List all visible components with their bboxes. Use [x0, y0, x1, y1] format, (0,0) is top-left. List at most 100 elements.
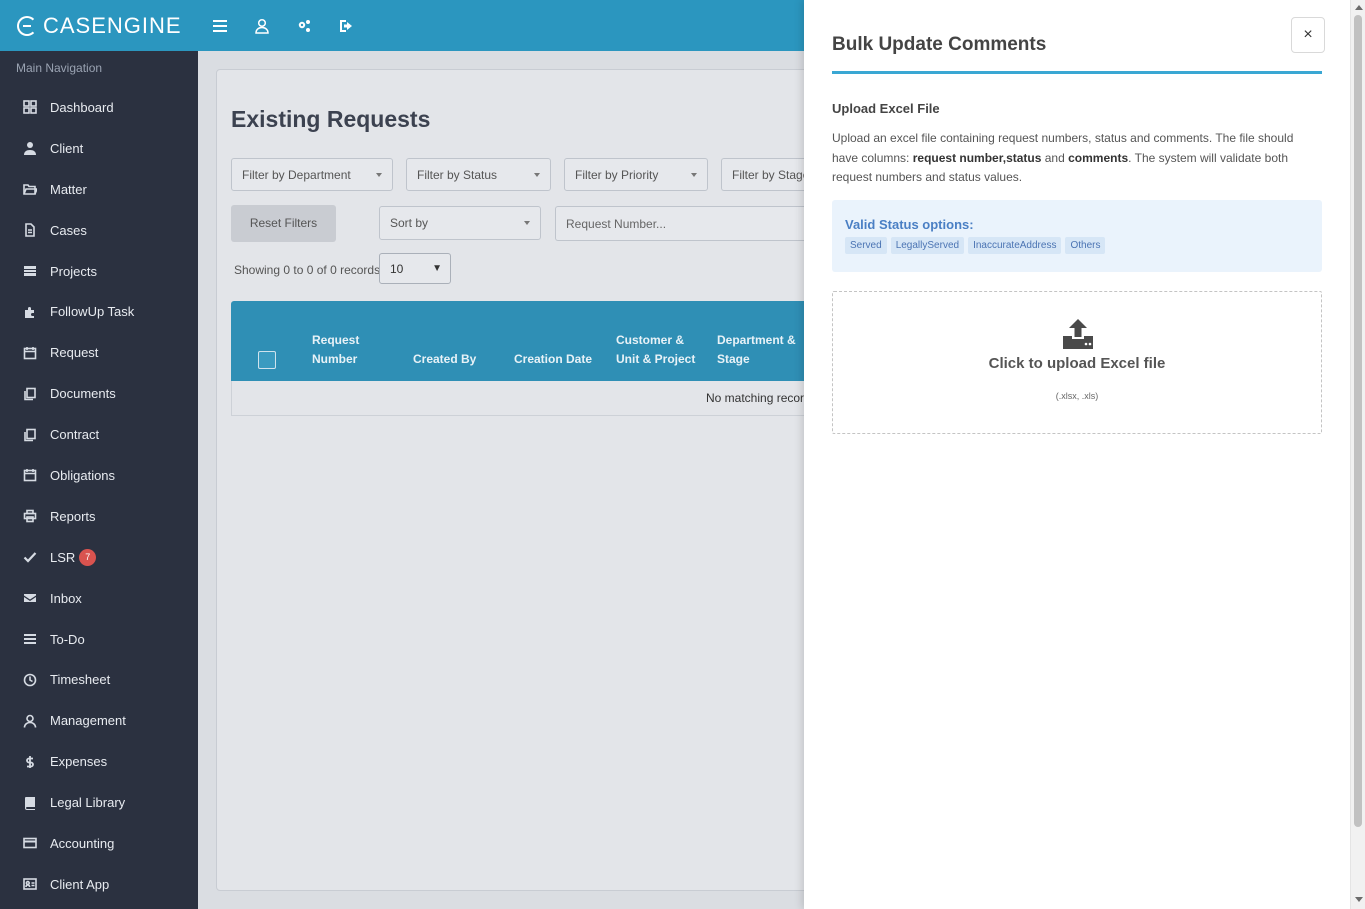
calendar-icon [22, 345, 38, 361]
upload-label: Click to upload Excel file [988, 355, 1166, 372]
book-icon [22, 795, 38, 811]
nav-list: Dashboard Client Matter Cases Projects Follow… [0, 87, 198, 905]
sidebar-item-label: Documents [50, 386, 116, 402]
title-divider [832, 71, 1322, 74]
dollar-icon [22, 754, 38, 770]
caret-down-icon [376, 173, 382, 177]
valid-status-box: Valid Status options: Served LegallyServe… [832, 200, 1322, 272]
sidebar-item-legal-library[interactable]: Legal Library [0, 782, 198, 823]
filter-status[interactable]: Filter by Status [406, 158, 551, 191]
bulk-update-drawer: Bulk Update Comments × Upload Excel File… [804, 0, 1350, 909]
projects-icon [22, 263, 38, 279]
filter-department-label: Filter by Department [242, 168, 351, 182]
sidebar-item-obligations[interactable]: Obligations [0, 455, 198, 496]
user-icon[interactable] [252, 16, 272, 36]
sidebar-item-client-app[interactable]: Client App [0, 864, 198, 905]
sidebar-item-to-do[interactable]: To-Do [0, 619, 198, 660]
vertical-scrollbar[interactable] [1350, 0, 1365, 909]
clock-icon [22, 672, 38, 688]
sidebar-item-documents[interactable]: Documents [0, 373, 198, 414]
user-icon [22, 140, 38, 156]
sidebar-item-label: Legal Library [50, 795, 126, 811]
close-button[interactable]: × [1291, 17, 1325, 53]
desc-bold: request number,status [912, 150, 1042, 165]
sort-select[interactable]: Sort by [379, 206, 541, 240]
sidebar-item-projects[interactable]: Projects [0, 251, 198, 292]
sidebar-item-management[interactable]: Management [0, 700, 198, 741]
logo-icon [17, 15, 37, 36]
logout-icon[interactable] [336, 16, 356, 36]
reset-filters-button[interactable]: Reset Filters [231, 205, 336, 242]
col-label: Number [312, 352, 358, 366]
brand-logo[interactable]: CASENGINE [0, 0, 198, 51]
records-info: Showing 0 to 0 of 0 records [234, 263, 381, 277]
folder-open-icon [22, 181, 38, 197]
sidebar-item-label: LSR [50, 549, 76, 565]
col-customer[interactable]: Customer & Unit & Project [616, 331, 695, 369]
sidebar-item-label: Expenses [50, 754, 108, 770]
sidebar-item-client[interactable]: Client [0, 128, 198, 169]
sidebar-item-contract[interactable]: Contract [0, 414, 198, 455]
scroll-thumb[interactable] [1354, 15, 1362, 827]
filter-priority[interactable]: Filter by Priority [564, 158, 708, 191]
sidebar-item-label: FollowUp Task [50, 304, 135, 320]
status-tags: Served LegallyServed InaccurateAddress Othe… [845, 237, 1106, 254]
file-icon [22, 222, 38, 238]
col-created-by[interactable]: Created By [413, 350, 476, 369]
menu-icon[interactable] [210, 16, 230, 36]
drawer-title: Bulk Update Comments [832, 34, 1047, 55]
envelope-icon [22, 590, 38, 606]
sidebar-item-label: Client App [50, 876, 110, 892]
sidebar-item-followup-task[interactable]: FollowUp Task [0, 291, 198, 332]
col-label: Request [312, 333, 360, 347]
desc-bold: comments [1068, 150, 1129, 165]
excel-upload-dropzone[interactable]: Click to upload Excel file (.xlsx, .xls) [832, 291, 1322, 434]
list-icon [22, 631, 38, 647]
sidebar-item-request[interactable]: Request [0, 332, 198, 373]
sidebar-item-label: Management [50, 713, 126, 729]
request-number-search-input[interactable]: Request Number... [555, 206, 845, 241]
filter-priority-label: Filter by Priority [575, 168, 659, 182]
settings-icon[interactable] [294, 16, 314, 36]
scroll-up-arrow-icon[interactable] [1355, 5, 1363, 10]
credit-card-icon [22, 835, 38, 851]
page-size-select[interactable]: 10 ▼ [379, 253, 451, 284]
close-icon: × [1303, 26, 1313, 43]
status-title: Valid Status options: [845, 217, 974, 232]
sidebar-item-accounting[interactable]: Accounting [0, 823, 198, 864]
sidebar-item-dashboard[interactable]: Dashboard [0, 87, 198, 128]
col-department[interactable]: Department & Stage [717, 331, 796, 369]
status-tag: LegallyServed [890, 237, 965, 254]
col-creation-date[interactable]: Creation Date [514, 350, 592, 369]
sidebar-item-label: To-Do [50, 631, 85, 647]
col-label: Customer & [616, 333, 685, 347]
sidebar-item-label: Client [50, 140, 84, 156]
col-request-number[interactable]: Request Number [312, 331, 359, 369]
print-icon [22, 508, 38, 524]
search-placeholder: Request Number... [566, 217, 667, 231]
sidebar-item-label: Obligations [50, 467, 116, 483]
select-all-checkbox[interactable] [258, 351, 276, 369]
sidebar-item-label: Inbox [50, 590, 82, 606]
sidebar-item-label: Accounting [50, 835, 115, 851]
scroll-down-arrow-icon[interactable] [1355, 897, 1363, 902]
sidebar-item-matter[interactable]: Matter [0, 169, 198, 210]
sidebar-item-timesheet[interactable]: Timesheet [0, 659, 198, 700]
sidebar-item-reports[interactable]: Reports [0, 496, 198, 537]
table-body: No matching records [231, 381, 846, 416]
sidebar-item-inbox[interactable]: Inbox [0, 578, 198, 619]
sidebar-item-lsr[interactable]: LSR 7 [0, 537, 198, 578]
chevron-down-icon: ▼ [432, 263, 442, 274]
user-tie-icon [22, 713, 38, 729]
nav-heading: Main Navigation [16, 61, 103, 75]
page-title: Existing Requests [231, 106, 431, 132]
notification-badge: 7 [79, 548, 97, 566]
col-label: Department & [717, 333, 796, 347]
sidebar-item-label: Cases [50, 222, 87, 238]
id-card-icon [22, 876, 38, 892]
filter-department[interactable]: Filter by Department [231, 158, 393, 191]
sidebar-item-expenses[interactable]: Expenses [0, 741, 198, 782]
col-label: Unit & Project [616, 352, 696, 366]
sidebar-item-cases[interactable]: Cases [0, 210, 198, 251]
upload-description: Upload an excel file containing request … [832, 129, 1302, 188]
